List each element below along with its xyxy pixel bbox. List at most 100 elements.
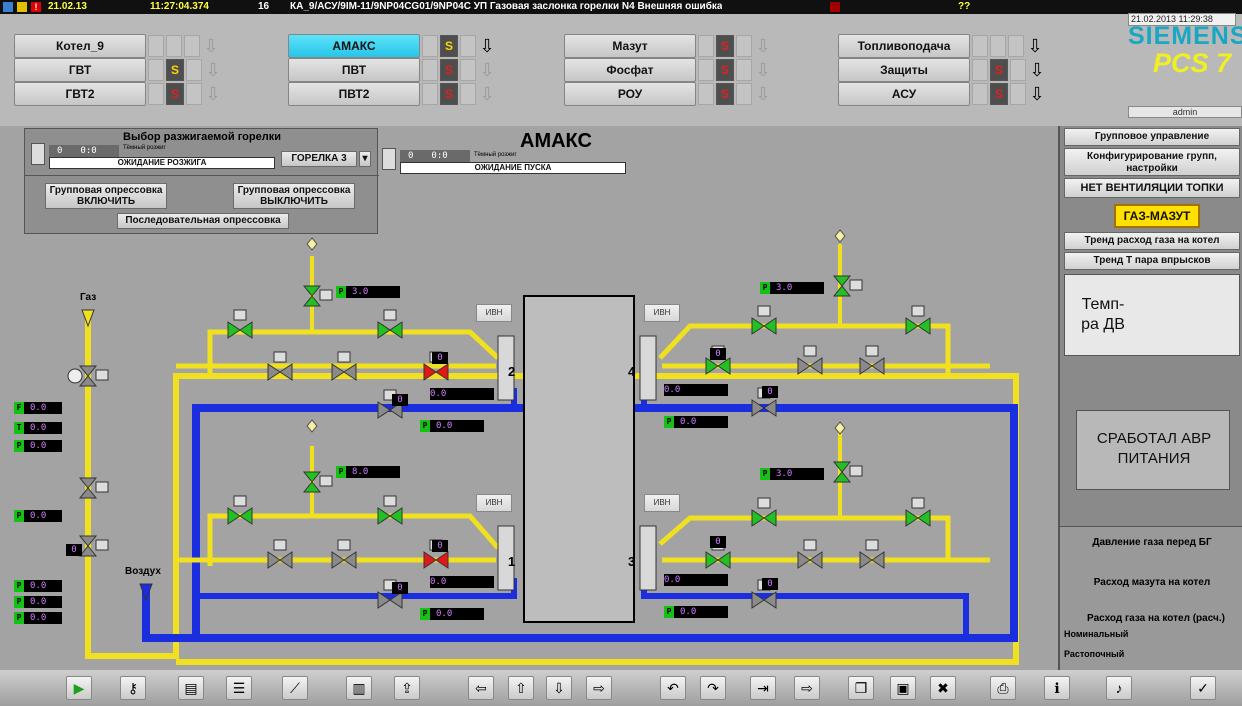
key-icon[interactable]: ⚷ xyxy=(120,676,146,700)
arrow-down-icon[interactable]: ⇩ xyxy=(202,34,220,58)
print-icon[interactable]: ⎙ xyxy=(990,676,1016,700)
left-icon[interactable]: ⇦ xyxy=(468,676,494,700)
trend-gas-button[interactable]: Тренд расход газа на котел xyxy=(1064,232,1240,250)
group-control-button[interactable]: Групповое управление xyxy=(1064,128,1240,146)
vent-valve-b2[interactable] xyxy=(302,285,333,307)
pressure-tag[interactable]: T 0.0 xyxy=(14,422,62,434)
alarm-icon[interactable]: ! xyxy=(31,2,41,12)
arrow-down-icon[interactable]: ⇩ xyxy=(754,58,772,82)
nav-button-5[interactable]: ПВТ xyxy=(288,58,420,82)
nav-button-7[interactable]: Защиты xyxy=(838,58,970,82)
arrow-down-icon[interactable]: ⇩ xyxy=(478,34,496,58)
valve-7[interactable] xyxy=(377,495,403,525)
import-icon[interactable]: ⇥ xyxy=(750,676,776,700)
trend-icon[interactable]: ⟋ xyxy=(282,676,308,700)
info-icon[interactable]: ℹ xyxy=(1044,676,1070,700)
pressure-tag[interactable]: P 0.0 xyxy=(14,612,62,624)
list-icon[interactable]: ☰ xyxy=(226,676,252,700)
position-tag[interactable]: 0 xyxy=(710,348,726,360)
vent-valve-b1[interactable] xyxy=(302,471,333,493)
ivn-button-1[interactable]: ИВН xyxy=(476,494,512,512)
nav-button-4[interactable]: ГВТ xyxy=(14,58,146,82)
warning-icon[interactable] xyxy=(17,2,27,12)
position-tag[interactable]: 0 xyxy=(762,386,778,398)
config-button[interactable]: Конфигурирование групп, настройки xyxy=(1064,148,1240,176)
undo-icon[interactable]: ↶ xyxy=(660,676,686,700)
save-icon[interactable]: ▣ xyxy=(890,676,916,700)
pressure-tag[interactable]: 0.0 xyxy=(430,388,494,400)
pressure-tag[interactable]: 0.0 xyxy=(664,384,728,396)
pressure-tag[interactable]: P 0.0 xyxy=(664,606,728,618)
position-tag[interactable]: 0 xyxy=(392,394,408,406)
pressure-tag[interactable]: 0.0 xyxy=(664,574,728,586)
valve-16[interactable] xyxy=(859,345,885,375)
position-tag[interactable]: 0 xyxy=(762,578,778,590)
pressure-tag[interactable]: P 0.0 xyxy=(14,580,62,592)
nav-button-9[interactable]: ПВТ2 xyxy=(288,82,420,106)
valve-8[interactable] xyxy=(267,539,293,569)
ivn-button-2[interactable]: ИВН xyxy=(476,304,512,322)
pressure-tag[interactable]: P 0.0 xyxy=(664,416,728,428)
burner-block-3[interactable] xyxy=(639,525,657,591)
pressure-tag[interactable]: P 0.0 xyxy=(420,420,484,432)
ivn-button-4[interactable]: ИВН xyxy=(644,304,680,322)
sequential-press-button[interactable]: Последовательная опрессовка xyxy=(117,213,289,229)
gas-valve-3[interactable] xyxy=(78,535,109,557)
copy-icon[interactable]: ❐ xyxy=(848,676,874,700)
no-vent-button[interactable]: НЕТ ВЕНТИЛЯЦИИ ТОПКИ xyxy=(1064,178,1240,198)
pressure-tag[interactable]: P 3.0 xyxy=(760,282,824,294)
nav-button-8[interactable]: ГВТ2 xyxy=(14,82,146,106)
arrow-down-icon[interactable]: ⇩ xyxy=(754,82,772,106)
valve-12[interactable] xyxy=(751,305,777,335)
play-icon[interactable]: ▶ xyxy=(66,676,92,700)
arrow-down-icon[interactable]: ⇩ xyxy=(1026,34,1044,58)
window-icon[interactable] xyxy=(3,2,13,12)
down-icon[interactable]: ⇩ xyxy=(546,676,572,700)
sound-icon[interactable]: ♪ xyxy=(1106,676,1132,700)
forward-icon[interactable]: ⇨ xyxy=(794,676,820,700)
valve-6[interactable] xyxy=(227,495,253,525)
position-tag[interactable]: 0 xyxy=(432,352,448,364)
arrow-down-icon[interactable]: ⇩ xyxy=(204,58,222,82)
pressure-tag[interactable]: P 0.0 xyxy=(14,440,62,452)
gas-main-valve[interactable] xyxy=(78,365,109,387)
group-press-off-button[interactable]: Групповая опрессовка ВЫКЛЮЧИТЬ xyxy=(233,183,355,209)
pressure-tag[interactable]: P 0.0 xyxy=(14,596,62,608)
gas-oil-button[interactable]: ГАЗ-МАЗУТ xyxy=(1114,204,1200,228)
nav-button-11[interactable]: АСУ xyxy=(838,82,970,106)
nav-button-10[interactable]: РОУ xyxy=(564,82,696,106)
right-icon[interactable]: ⇨ xyxy=(586,676,612,700)
report-icon[interactable]: ▥ xyxy=(346,676,372,700)
nav-button-0[interactable]: Котел_9 xyxy=(14,34,146,58)
burner-block-4[interactable] xyxy=(639,335,657,401)
nav-button-6[interactable]: Фосфат xyxy=(564,58,696,82)
gas-valve-2[interactable] xyxy=(78,477,109,499)
valve-13[interactable] xyxy=(905,305,931,335)
position-tag[interactable]: 0 xyxy=(710,536,726,548)
valve-21[interactable] xyxy=(797,539,823,569)
nav-button-3[interactable]: Топливоподача xyxy=(838,34,970,58)
arrow-down-icon[interactable]: ⇩ xyxy=(754,34,772,58)
arrow-down-icon[interactable]: ⇩ xyxy=(204,82,222,106)
position-tag[interactable]: 0 xyxy=(392,582,408,594)
burner-dropdown[interactable]: ГОРЕЛКА 3 xyxy=(281,151,357,167)
pressure-tag[interactable]: P 0.0 xyxy=(420,608,484,620)
pressure-tag[interactable]: 0.0 xyxy=(430,576,494,588)
valve-22[interactable] xyxy=(859,539,885,569)
trend-t-button[interactable]: Тренд Т пара впрысков xyxy=(1064,252,1240,270)
pressure-tag[interactable]: P 3.0 xyxy=(336,286,400,298)
dropdown-arrow-icon[interactable]: ▾ xyxy=(359,151,371,167)
pressure-tag[interactable]: P 0.0 xyxy=(14,510,62,522)
pressure-tag[interactable]: P 8.0 xyxy=(336,466,400,478)
valve-9[interactable] xyxy=(331,539,357,569)
redo-icon[interactable]: ↷ xyxy=(700,676,726,700)
arrow-down-icon[interactable]: ⇩ xyxy=(1028,82,1046,106)
folder-icon[interactable]: ▤ xyxy=(178,676,204,700)
delete-icon[interactable]: ✖ xyxy=(930,676,956,700)
ivn-button-3[interactable]: ИВН xyxy=(644,494,680,512)
export-icon[interactable]: ⇪ xyxy=(394,676,420,700)
position-tag[interactable]: 0 xyxy=(66,544,82,556)
arrow-down-icon[interactable]: ⇩ xyxy=(478,58,496,82)
valve-18[interactable] xyxy=(751,497,777,527)
nav-button-2[interactable]: Мазут xyxy=(564,34,696,58)
